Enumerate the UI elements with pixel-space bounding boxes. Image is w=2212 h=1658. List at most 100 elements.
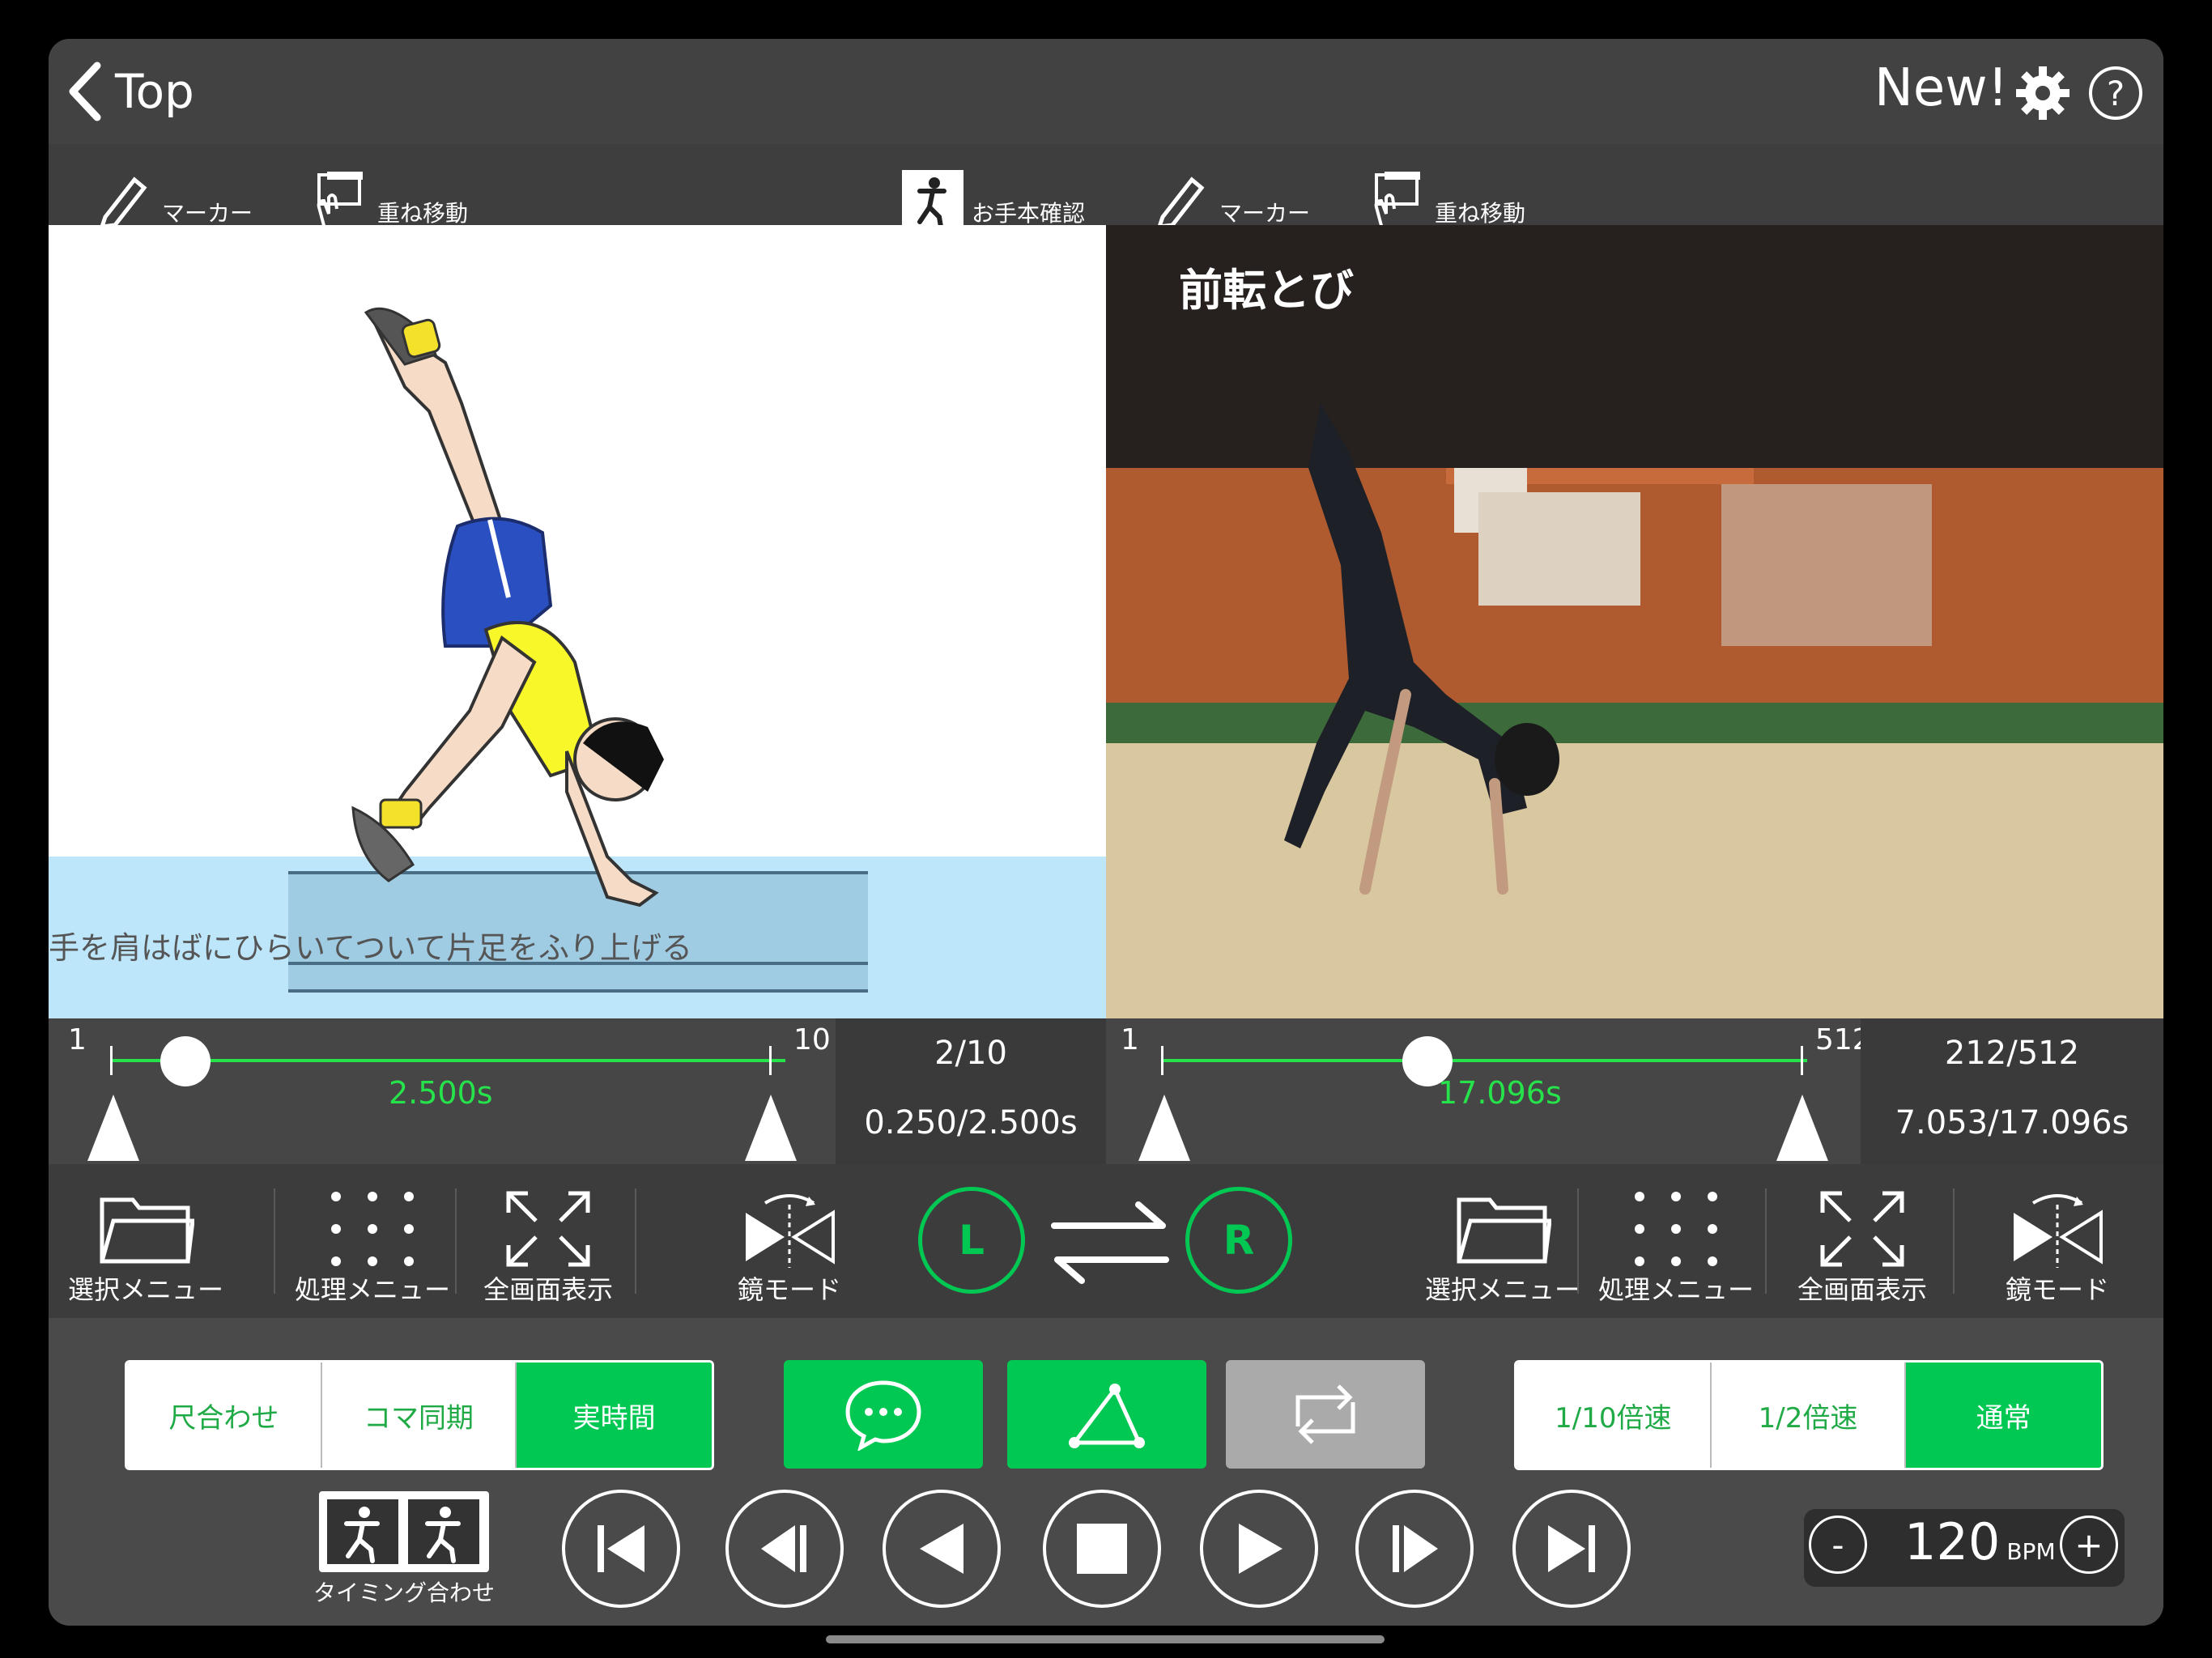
left-video-pane[interactable]: 手を肩はばにひらいてついて片足をふり上げる	[49, 225, 1106, 1018]
overlay-move-button-right[interactable]: 重ね移動	[1362, 152, 1525, 233]
stop-button[interactable]	[1043, 1490, 1161, 1608]
gym-video-frame	[1106, 225, 2163, 1018]
play-button[interactable]	[1200, 1490, 1318, 1608]
sync-option-frame[interactable]: コマ同期	[321, 1363, 517, 1468]
select-menu-label: 選択メニュー	[1424, 1274, 1580, 1305]
timeline-start: 1	[1121, 1023, 1139, 1056]
sync-option-realtime[interactable]: 実時間	[517, 1363, 712, 1468]
bpm-decrease-button[interactable]: -	[1809, 1516, 1867, 1574]
angle-icon	[1069, 1384, 1145, 1448]
marker-icon	[1153, 176, 1205, 232]
skip-to-start-button[interactable]	[562, 1490, 680, 1608]
frame-info-right: 212/512 7.053/17.096s	[1861, 1018, 2163, 1164]
mirror-mode-label: 鏡モード	[2005, 1274, 2109, 1305]
left-select-button[interactable]: L	[918, 1187, 1025, 1294]
speed-option-half[interactable]: 1/2倍速	[1711, 1363, 1907, 1468]
step-forward-button[interactable]	[1355, 1490, 1474, 1608]
sync-option-scale[interactable]: 尺合わせ	[127, 1363, 322, 1468]
timeline-track	[1161, 1059, 1807, 1062]
fullscreen-icon	[1820, 1191, 1904, 1267]
marker-label: マーカー	[1219, 200, 1311, 227]
help-icon[interactable]: ?	[2087, 65, 2144, 121]
bpm-increase-button[interactable]: +	[2060, 1516, 2118, 1574]
speed-option-tenth[interactable]: 1/10倍速	[1516, 1363, 1712, 1468]
frame-counter: 2/10	[934, 1035, 1007, 1072]
skip-to-end-button[interactable]	[1512, 1490, 1631, 1608]
right-select-button[interactable]: R	[1185, 1187, 1292, 1294]
process-menu-label: 処理メニュー	[1597, 1274, 1754, 1305]
process-menu-button-left[interactable]: 処理メニュー	[283, 1164, 462, 1318]
top-bar	[49, 39, 2163, 141]
marker-button-left[interactable]: マーカー	[89, 152, 253, 233]
mirror-mode-button-right[interactable]: 鏡モード	[1972, 1164, 2142, 1318]
step-forward-icon	[1393, 1525, 1438, 1572]
bpm-value: 120 BPM	[1904, 1512, 2056, 1571]
trim-start-handle[interactable]	[87, 1095, 139, 1161]
trim-start-handle[interactable]	[1138, 1095, 1190, 1161]
new-badge[interactable]: New!	[1874, 58, 2008, 118]
divider	[1765, 1188, 1767, 1294]
folder-icon	[1457, 1197, 1551, 1264]
divider	[635, 1188, 636, 1294]
fullscreen-button-right[interactable]: 全画面表示	[1773, 1164, 1951, 1318]
select-menu-label: 選択メニュー	[67, 1274, 223, 1305]
comment-button[interactable]	[784, 1360, 983, 1469]
timeline-bar: 1 10 2.500s 2/10 0.250/2.500s 1 512 17.0…	[49, 1018, 2163, 1164]
timeline-track	[110, 1059, 785, 1062]
play-reverse-button[interactable]	[883, 1490, 1001, 1608]
marker-button-right[interactable]: マーカー	[1146, 152, 1310, 233]
swap-arrows-icon[interactable]	[1049, 1198, 1171, 1287]
time-counter: 0.250/2.500s	[864, 1104, 1078, 1141]
loop-button[interactable]	[1226, 1360, 1425, 1469]
bpm-number: 120	[1904, 1512, 2001, 1571]
divider	[1577, 1188, 1579, 1294]
overlay-move-button-left[interactable]: 重ね移動	[304, 152, 468, 233]
divider	[1953, 1188, 1955, 1294]
mirror-mode-button-left[interactable]: 鏡モード	[664, 1164, 915, 1318]
menu-row: 選択メニュー 処理メニュー 全画面表示 鏡モード L R 選択メニュー 処理メニ…	[49, 1164, 2163, 1318]
playback-speed-selector: 1/10倍速 1/2倍速 通常	[1514, 1360, 2104, 1470]
timeline-tick	[110, 1046, 113, 1075]
chevron-left-icon	[69, 62, 101, 121]
video-title: 前転とび	[1179, 265, 1354, 316]
repeat-icon	[1295, 1384, 1355, 1444]
marker-icon	[96, 176, 147, 232]
grid-dots-icon	[1635, 1192, 1717, 1266]
timeline-end: 10	[793, 1023, 831, 1056]
sync-mode-selector: 尺合わせ コマ同期 実時間	[125, 1360, 714, 1470]
timing-adjust-label: タイミング合わせ	[313, 1579, 495, 1606]
mirror-icon	[2014, 1194, 2103, 1268]
step-back-button[interactable]	[725, 1490, 844, 1608]
timeline-tick	[1801, 1046, 1803, 1075]
timeline-right[interactable]: 1 512 17.096s	[1106, 1018, 1871, 1164]
timeline-start: 1	[68, 1023, 87, 1056]
app-window: Top New! ? マーカー 重ね移動 お手本確認 マーカー 重ね移動 手を肩…	[49, 39, 2163, 1626]
timing-adjust-button[interactable]: タイミング合わせ	[313, 1491, 495, 1606]
timeline-left[interactable]: 1 10 2.500s	[49, 1018, 836, 1164]
right-video-pane[interactable]: 前転とび	[1106, 225, 2163, 1018]
duration-label: 17.096s	[1438, 1075, 1562, 1111]
cartwheel-illustration	[49, 225, 1106, 1018]
timeline-tick	[769, 1046, 772, 1075]
back-label: Top	[115, 64, 194, 119]
home-indicator[interactable]	[826, 1635, 1385, 1643]
playhead-knob[interactable]	[160, 1036, 211, 1086]
frame-info-left: 2/10 0.250/2.500s	[836, 1018, 1106, 1164]
angle-measure-button[interactable]	[1007, 1360, 1206, 1469]
model-check-button[interactable]: お手本確認	[902, 152, 1085, 233]
runner-icon	[408, 1499, 479, 1564]
select-menu-button-left[interactable]: 選択メニュー	[65, 1164, 227, 1318]
trim-end-handle[interactable]	[745, 1095, 797, 1161]
speed-option-normal[interactable]: 通常	[1906, 1363, 2101, 1468]
step-back-icon	[761, 1525, 806, 1572]
trim-end-handle[interactable]	[1776, 1095, 1828, 1161]
play-icon	[1239, 1524, 1283, 1574]
frame-counter: 212/512	[1944, 1035, 2080, 1072]
speech-bubble-icon	[845, 1380, 921, 1451]
gear-icon[interactable]	[2014, 65, 2071, 121]
fullscreen-button-left[interactable]: 全画面表示	[463, 1164, 633, 1318]
process-menu-button-right[interactable]: 処理メニュー	[1587, 1164, 1765, 1318]
overlay-move-label: 重ね移動	[1435, 200, 1526, 227]
video-caption: 手を肩はばにひらいてついて片足をふり上げる	[49, 930, 692, 966]
back-button[interactable]: Top	[65, 55, 194, 128]
